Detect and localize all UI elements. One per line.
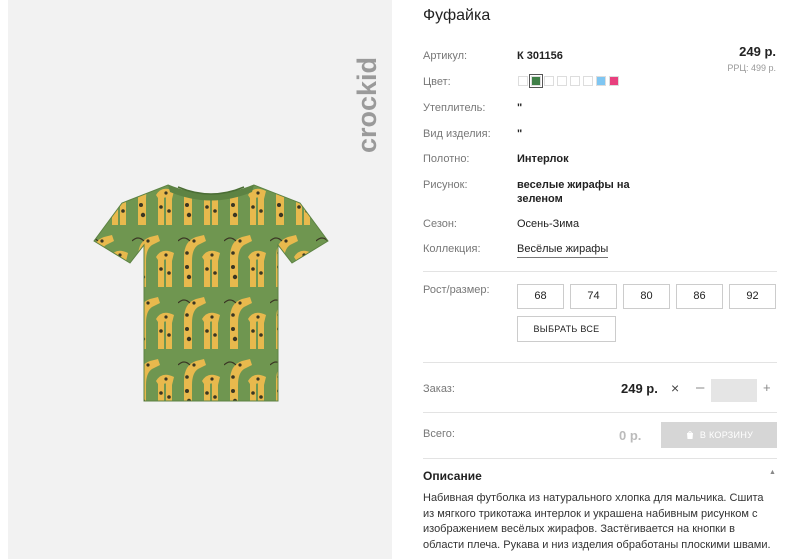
attr-label: Цвет: xyxy=(423,76,451,88)
increase-quantity-button[interactable]: + xyxy=(763,380,771,395)
divider xyxy=(423,271,777,272)
order-price: 249 р. xyxy=(621,381,658,396)
divider xyxy=(423,458,777,459)
collapse-caret-icon[interactable]: ▲ xyxy=(769,469,776,476)
brand-logo: crockid xyxy=(352,57,382,153)
size-option-80[interactable]: 80 xyxy=(623,284,670,309)
attr-label: Вид изделия: xyxy=(423,128,491,140)
remove-order-icon[interactable]: × xyxy=(671,380,679,396)
attr-value: Осень-Зима xyxy=(517,218,580,230)
total-label: Всего: xyxy=(423,428,455,440)
color-swatch[interactable] xyxy=(529,74,543,88)
attr-label: Артикул: xyxy=(423,50,468,62)
attr-value-line1: веселые жирафы на xyxy=(517,179,630,191)
sizes-label: Рост/размер: xyxy=(423,284,490,296)
size-options: 68 74 80 86 92 xyxy=(517,284,776,309)
attr-value: Интерлок xyxy=(517,153,569,165)
color-swatch[interactable] xyxy=(609,76,619,86)
product-image-tshirt[interactable] xyxy=(86,165,336,410)
color-swatch[interactable] xyxy=(544,76,554,86)
attr-label: Рисунок: xyxy=(423,179,468,191)
svg-text:crockid: crockid xyxy=(352,57,382,153)
description-heading[interactable]: Описание xyxy=(423,469,482,483)
add-to-cart-label: В КОРЗИНУ xyxy=(699,430,754,440)
attr-value-line2: зеленом xyxy=(517,193,563,205)
cart-icon xyxy=(686,431,693,439)
product-price: 249 р. xyxy=(739,44,776,59)
attr-label: Полотно: xyxy=(423,153,470,165)
color-swatches xyxy=(518,74,619,88)
color-swatch[interactable] xyxy=(570,76,580,86)
color-swatch[interactable] xyxy=(518,76,528,86)
size-option-86[interactable]: 86 xyxy=(676,284,723,309)
size-option-92[interactable]: 92 xyxy=(729,284,776,309)
product-image-panel: crockid xyxy=(8,0,392,559)
order-label: Заказ: xyxy=(423,383,455,395)
divider xyxy=(423,362,777,363)
total-value: 0 р. xyxy=(619,428,642,443)
collection-link[interactable]: Весёлые жирафы xyxy=(517,243,609,258)
select-all-sizes-button[interactable]: ВЫБРАТЬ ВСЕ xyxy=(517,316,616,342)
add-to-cart-button[interactable]: В КОРЗИНУ xyxy=(661,422,777,448)
color-swatch[interactable] xyxy=(583,76,593,86)
divider xyxy=(423,412,777,413)
attr-label: Коллекция: xyxy=(423,243,481,255)
size-option-68[interactable]: 68 xyxy=(517,284,564,309)
attr-label: Сезон: xyxy=(423,218,457,230)
quantity-input[interactable] xyxy=(711,379,757,402)
attr-value: " xyxy=(517,128,523,140)
description-text: Набивная футболка из натурального хлопка… xyxy=(423,492,771,551)
color-swatch[interactable] xyxy=(557,76,567,86)
recommended-retail-price: РРЦ: 499 р. xyxy=(727,63,776,73)
color-swatch[interactable] xyxy=(596,76,606,86)
product-info: Фуфайка 249 р. РРЦ: 499 р. Артикул: К 30… xyxy=(423,0,800,559)
attr-label: Утеплитель: xyxy=(423,102,486,114)
decrease-quantity-button[interactable]: – xyxy=(696,379,704,396)
attr-value: К 301156 xyxy=(517,50,563,62)
attr-value: " xyxy=(517,102,523,114)
size-option-74[interactable]: 74 xyxy=(570,284,617,309)
product-title: Фуфайка xyxy=(423,7,491,24)
